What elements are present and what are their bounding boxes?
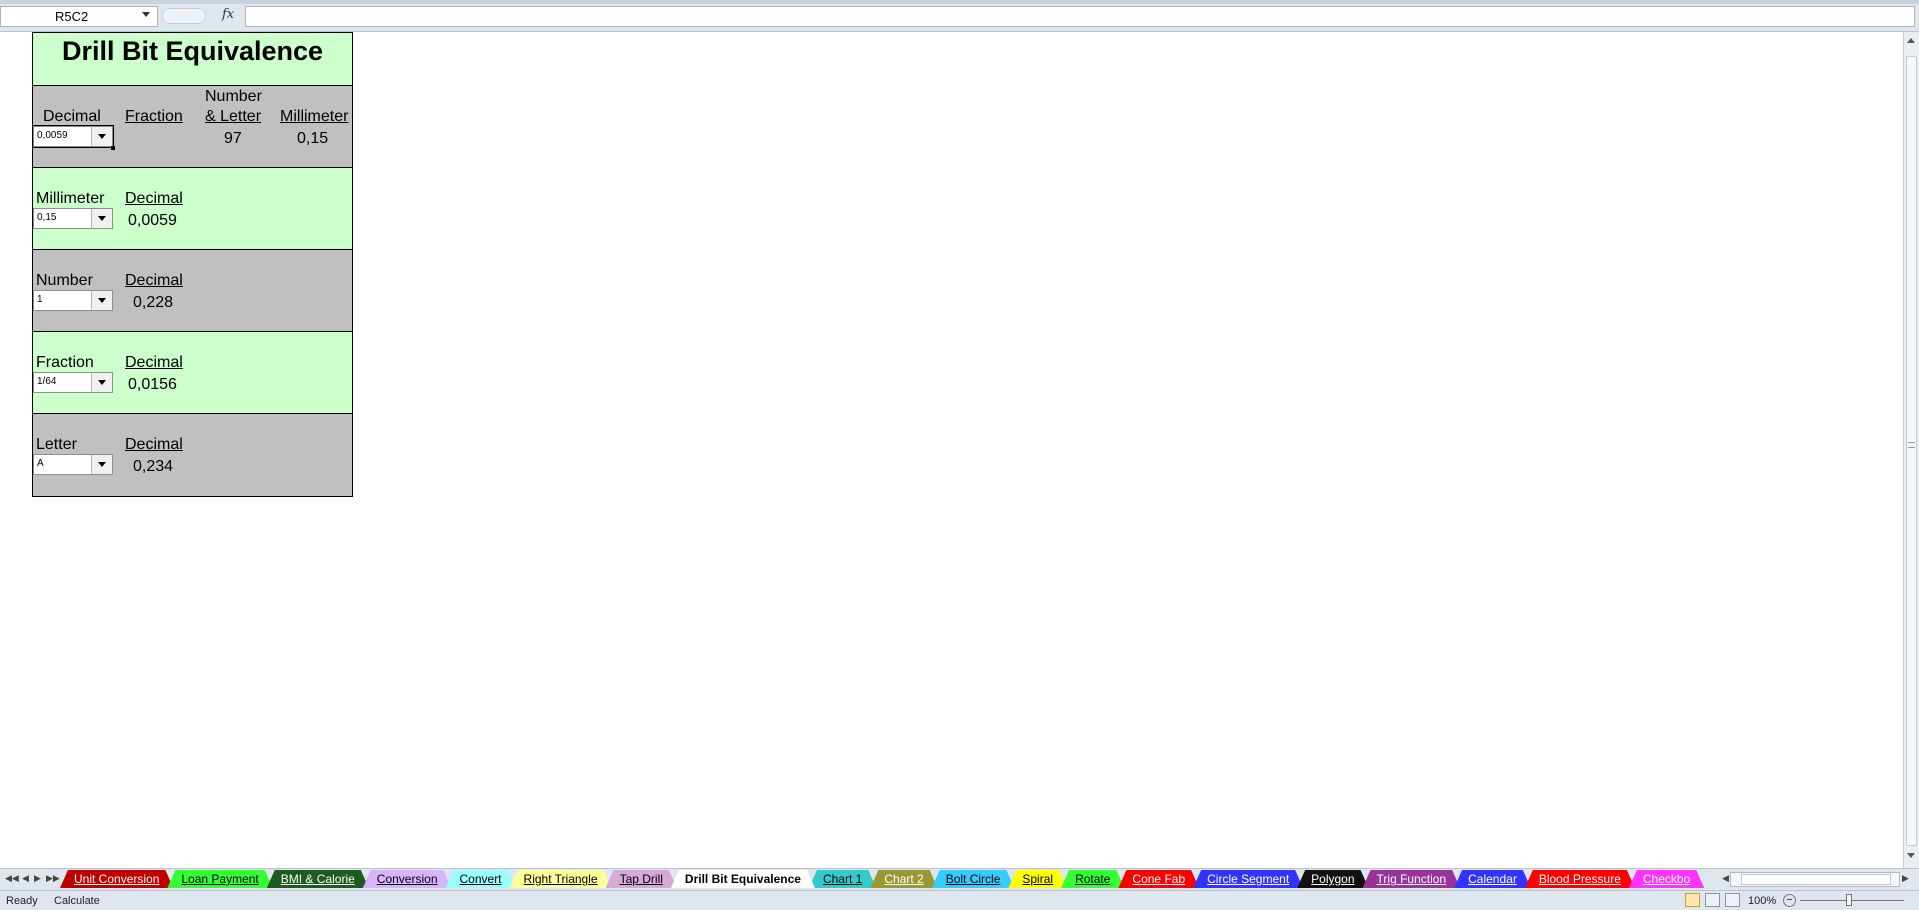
tab-polygon[interactable]: Polygon [1297, 870, 1368, 888]
tab-chart-2[interactable]: Chart 2 [870, 870, 937, 888]
tab-checkbo[interactable]: Checkbo [1629, 870, 1704, 888]
prev-sheet-icon[interactable]: ◀ [22, 873, 29, 884]
sheet-tab-bar: ◀◀ ◀ ▶ ▶▶ Unit Conversion Loan Payment BMI… [0, 868, 1919, 890]
formula-input[interactable] [245, 6, 1915, 27]
tab-loan-payment[interactable]: Loan Payment [167, 870, 272, 888]
name-box-dropdown-icon[interactable] [142, 12, 150, 17]
selection-handle[interactable] [111, 146, 115, 150]
fraction-dropdown[interactable]: 1/64 [33, 372, 113, 393]
tab-bolt-circle[interactable]: Bolt Circle [932, 870, 1015, 888]
zoom-slider-handle[interactable] [1846, 894, 1852, 906]
number-letter-header-line2: & Letter [205, 108, 262, 125]
letter-dropdown-value: A [37, 458, 44, 469]
millimeter-value: 0,15 [297, 130, 329, 147]
decimal-dropdown[interactable]: 0,0059 [32, 125, 114, 148]
tab-conversion[interactable]: Conversion [363, 870, 452, 888]
chevron-down-icon[interactable] [91, 209, 112, 228]
tab-chart-1[interactable]: Chart 1 [809, 870, 876, 888]
tab-bmi-calorie[interactable]: BMI & Calorie [267, 870, 369, 888]
chevron-down-icon[interactable] [91, 127, 112, 146]
fraction-header: Fraction [125, 108, 183, 125]
tab-cone-fab[interactable]: Cone Fab [1118, 870, 1199, 888]
millimeter-header: Millimeter [280, 108, 349, 125]
decimal-lookup-row: Decimal Fraction Number & Letter Millime… [32, 86, 352, 168]
tab-spiral[interactable]: Spiral [1008, 870, 1067, 888]
letter-lookup-row: Letter Decimal A 0,234 [33, 414, 352, 496]
zoom-out-icon[interactable]: − [1783, 894, 1796, 907]
decimal-result-label: Decimal [125, 272, 183, 289]
chevron-down-icon[interactable] [91, 455, 112, 474]
title-cell[interactable]: Drill Bit Equivalence [33, 33, 352, 86]
scroll-down-icon[interactable] [1907, 853, 1915, 858]
page-title: Drill Bit Equivalence [61, 36, 324, 66]
horizontal-scrollbar[interactable] [1730, 872, 1900, 887]
number-dropdown-value: 1 [37, 294, 43, 305]
tab-circle-segment[interactable]: Circle Segment [1193, 870, 1303, 888]
decimal-header: Decimal [43, 108, 101, 125]
formula-buttons: fx [160, 6, 244, 27]
zoom-level[interactable]: 100% [1748, 895, 1776, 907]
view-buttons [1685, 893, 1742, 910]
decimal-result-label: Decimal [125, 354, 183, 371]
chevron-down-icon[interactable] [91, 291, 112, 310]
chevron-down-icon[interactable] [91, 373, 112, 392]
decimal-result: 0,228 [133, 294, 174, 311]
millimeter-dropdown[interactable]: 0,15 [33, 208, 113, 229]
letter-label: Letter [36, 436, 77, 453]
insert-function-button[interactable]: fx [222, 7, 234, 22]
tab-trig-function[interactable]: Trig Function [1363, 870, 1461, 888]
fraction-label: Fraction [36, 354, 94, 371]
tab-rotate[interactable]: Rotate [1061, 870, 1124, 888]
tab-split-left-icon[interactable]: ◀ [1722, 873, 1729, 884]
drill-bit-table: Drill Bit Equivalence Decimal Fraction N… [32, 32, 353, 497]
scroll-grip-icon [1908, 442, 1915, 448]
scroll-thumb[interactable] [1906, 56, 1917, 846]
millimeter-dropdown-value: 0,15 [37, 212, 57, 223]
normal-view-icon[interactable] [1685, 893, 1700, 907]
fraction-lookup-row: Fraction Decimal 1/64 0,0156 [33, 332, 352, 414]
number-lookup-row: Number Decimal 1 0,228 [33, 250, 352, 332]
tab-blood-pressure[interactable]: Blood Pressure [1525, 870, 1635, 888]
decimal-result: 0,0156 [128, 376, 177, 393]
decimal-result: 0,0059 [128, 212, 177, 229]
number-dropdown[interactable]: 1 [33, 290, 113, 311]
zoom-slider[interactable] [1800, 900, 1904, 901]
page-layout-view-icon[interactable] [1705, 893, 1721, 907]
scroll-up-icon[interactable] [1907, 38, 1915, 43]
tab-drill-bit-equivalence[interactable]: Drill Bit Equivalence [671, 870, 815, 888]
status-bar: Ready Calculate 100% − [0, 890, 1919, 910]
tab-right-triangle[interactable]: Right Triangle [510, 870, 612, 888]
decimal-result: 0,234 [133, 458, 174, 475]
number-letter-value: 97 [224, 130, 242, 147]
vertical-scrollbar[interactable] [1903, 32, 1919, 868]
first-sheet-icon[interactable]: ◀◀ [5, 873, 19, 884]
sheet-tabs: Unit Conversion Loan Payment BMI & Calorie… [60, 870, 1720, 890]
page-break-view-icon[interactable] [1725, 893, 1741, 907]
status-ready: Ready [6, 895, 38, 907]
decimal-result-label: Decimal [125, 190, 183, 207]
decimal-dropdown-value: 0,0059 [37, 130, 68, 141]
horizontal-scroll-thumb[interactable] [1741, 874, 1891, 885]
decimal-result-label: Decimal [125, 436, 183, 453]
name-box[interactable]: R5C2 [0, 6, 158, 27]
tab-unit-conversion[interactable]: Unit Conversion [60, 870, 173, 888]
number-letter-header-line1: Number [205, 88, 262, 105]
millimeter-lookup-row: Millimeter Decimal 0,15 0,0059 [33, 168, 352, 250]
number-label: Number [36, 272, 93, 289]
formula-cancel-enter-pill[interactable] [162, 8, 206, 24]
next-sheet-icon[interactable]: ▶ [34, 873, 41, 884]
status-calculate[interactable]: Calculate [54, 895, 100, 907]
letter-dropdown[interactable]: A [33, 454, 113, 475]
tab-convert[interactable]: Convert [446, 870, 516, 888]
fraction-dropdown-value: 1/64 [37, 376, 57, 387]
last-sheet-icon[interactable]: ▶▶ [46, 873, 60, 884]
tab-tap-drill[interactable]: Tap Drill [606, 870, 677, 888]
formula-bar: R5C2 fx [0, 0, 1919, 32]
millimeter-label: Millimeter [36, 190, 105, 207]
ribbon-edge [0, 0, 1919, 4]
tab-calendar[interactable]: Calendar [1454, 870, 1531, 888]
scroll-right-icon[interactable]: ▶ [1902, 873, 1909, 884]
